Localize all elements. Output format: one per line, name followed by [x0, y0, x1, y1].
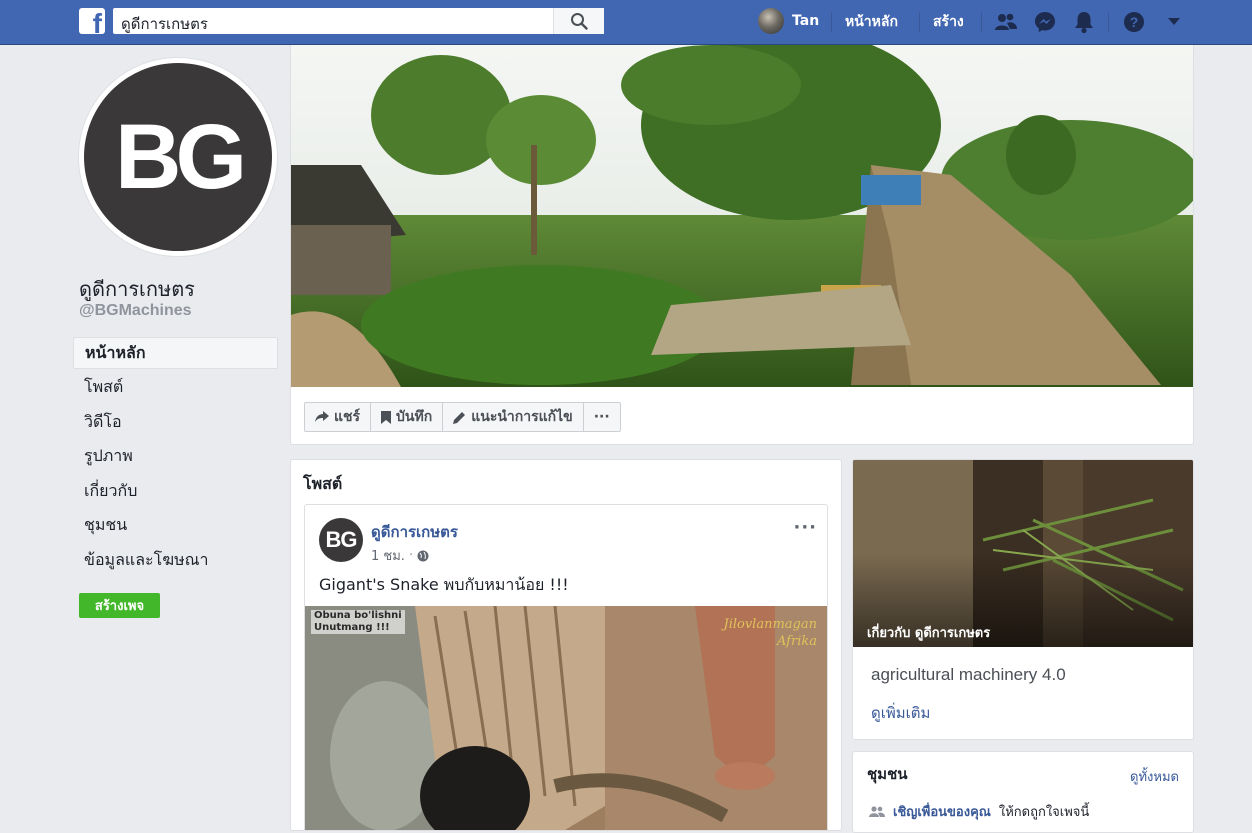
page-description: agricultural machinery 4.0 — [871, 665, 1066, 684]
friends-icon — [869, 805, 885, 817]
sidebar-item-community[interactable]: ชุมชน — [73, 509, 278, 544]
about-banner-image[interactable]: เกี่ยวกับ ดูดีการเกษตร — [853, 460, 1193, 647]
notifications-bell-icon[interactable] — [1072, 10, 1096, 34]
post-video[interactable]: Obuna bo'lishni Unutmang !!! Jilovlanmag… — [305, 606, 827, 830]
search-query-text[interactable]: ดูดีการเกษตร — [121, 12, 208, 36]
create-link[interactable]: สร้าง — [933, 11, 964, 33]
community-section: ชุมชน ดูทั้งหมด เชิญเพื่อนของคุณ ให้กดถู… — [852, 751, 1194, 833]
nav-divider — [981, 12, 982, 32]
sidebar-item-posts[interactable]: โพสต์ — [73, 371, 278, 406]
messenger-icon[interactable] — [1033, 10, 1057, 34]
community-heading[interactable]: ชุมชน — [867, 762, 908, 786]
nav-divider — [919, 12, 920, 32]
create-page-button[interactable]: สร้างเพจ — [79, 593, 160, 618]
cover-photo[interactable] — [291, 45, 1193, 387]
posts-section: โพสต์ BG ดูดีการเกษตร 1 ชม. · ··· Gigant… — [290, 459, 842, 831]
cover-action-bar: แชร์ บันทึก แนะนำการแก้ไข ··· — [304, 402, 621, 432]
dot-separator: · — [408, 548, 414, 563]
watermark-line: Afrika — [777, 634, 817, 649]
home-link[interactable]: หน้าหลัก — [845, 11, 898, 33]
video-caption-line: Obuna bo'lishni — [314, 610, 402, 621]
video-caption-line: Unutmang !!! — [314, 622, 390, 633]
account-menu-caret-icon[interactable] — [1162, 10, 1186, 34]
globe-public-icon — [417, 550, 429, 561]
about-banner-caption: เกี่ยวกับ ดูดีการเกษตร — [867, 626, 991, 641]
video-overlay-caption: Obuna bo'lishni Unutmang !!! — [311, 610, 405, 634]
post-timestamp[interactable]: 1 ชม. · — [371, 545, 429, 566]
nav-divider — [831, 12, 832, 32]
post-author-name[interactable]: ดูดีการเกษตร — [371, 520, 458, 544]
sidebar-item-about[interactable]: เกี่ยวกับ — [73, 475, 278, 510]
search-icon — [571, 13, 588, 30]
see-all-link[interactable]: ดูทั้งหมด — [1130, 766, 1179, 787]
friend-requests-icon[interactable] — [994, 10, 1018, 34]
share-button[interactable]: แชร์ — [305, 403, 372, 431]
post-card: BG ดูดีการเกษตร 1 ชม. · ··· Gigant's Sna… — [304, 504, 828, 830]
suggest-edit-label: แนะนำการแก้ไข — [471, 409, 573, 425]
see-more-link[interactable]: ดูเพิ่มเติม — [871, 701, 930, 725]
page-title[interactable]: ดูดีการเกษตร — [79, 273, 195, 305]
post-time-text: 1 ชม. — [371, 549, 405, 564]
video-watermark: Jilovlanmagan Afrika — [723, 616, 817, 650]
search-input[interactable]: ดูดีการเกษตร — [113, 8, 604, 34]
profile-link[interactable]: Tan — [758, 8, 819, 34]
save-button[interactable]: บันทึก — [371, 403, 444, 431]
more-options-button[interactable]: ··· — [584, 403, 620, 431]
post-options-icon[interactable]: ··· — [793, 517, 817, 538]
page-profile-picture[interactable]: BG — [79, 58, 277, 256]
user-name: Tan — [792, 13, 820, 29]
page-sidebar-nav: หน้าหลัก โพสต์ วิดีโอ รูปภาพ เกี่ยวกับ ช… — [73, 337, 278, 578]
cover-section: แชร์ บันทึก แนะนำการแก้ไข ··· — [290, 45, 1194, 445]
post-message: Gigant's Snake พบกับหมาน้อย !!! — [319, 575, 569, 594]
sidebar-item-photos[interactable]: รูปภาพ — [73, 440, 278, 475]
share-label: แชร์ — [334, 409, 361, 425]
page-username[interactable]: @BGMachines — [79, 302, 192, 320]
nav-divider — [1108, 12, 1109, 32]
user-avatar — [758, 8, 784, 34]
save-label: บันทึก — [396, 409, 433, 425]
sidebar-item-info-and-ads[interactable]: ข้อมูลและโฆษณา — [73, 544, 278, 579]
help-question-icon[interactable]: ? — [1122, 10, 1146, 34]
invite-friends-link[interactable]: เชิญเพื่อนของคุณ — [893, 801, 991, 822]
bookmark-icon — [381, 410, 392, 424]
invite-friends-row: เชิญเพื่อนของคุณ ให้กดถูกใจเพจนี้ — [869, 801, 1089, 822]
search-button[interactable] — [553, 8, 604, 34]
svg-text:?: ? — [1130, 14, 1139, 30]
post-author-avatar[interactable]: BG — [319, 518, 363, 562]
about-section: เกี่ยวกับ ดูดีการเกษตร agricultural mach… — [852, 459, 1194, 740]
invite-friends-text: ให้กดถูกใจเพจนี้ — [998, 805, 1090, 820]
more-dots-icon: ··· — [593, 409, 610, 425]
share-arrow-icon — [315, 411, 329, 422]
sidebar-item-home[interactable]: หน้าหลัก — [73, 337, 278, 369]
bg-logo: BG — [84, 63, 272, 251]
facebook-logo-icon[interactable]: f — [79, 8, 105, 34]
posts-heading[interactable]: โพสต์ — [303, 472, 342, 497]
pencil-icon — [453, 411, 466, 424]
watermark-line: Jilovlanmagan — [723, 617, 817, 632]
sidebar-item-videos[interactable]: วิดีโอ — [73, 406, 278, 441]
top-navigation-bar: f ดูดีการเกษตร Tan หน้าหลัก สร้าง ? — [0, 0, 1252, 45]
suggest-edit-button[interactable]: แนะนำการแก้ไข — [443, 403, 584, 431]
